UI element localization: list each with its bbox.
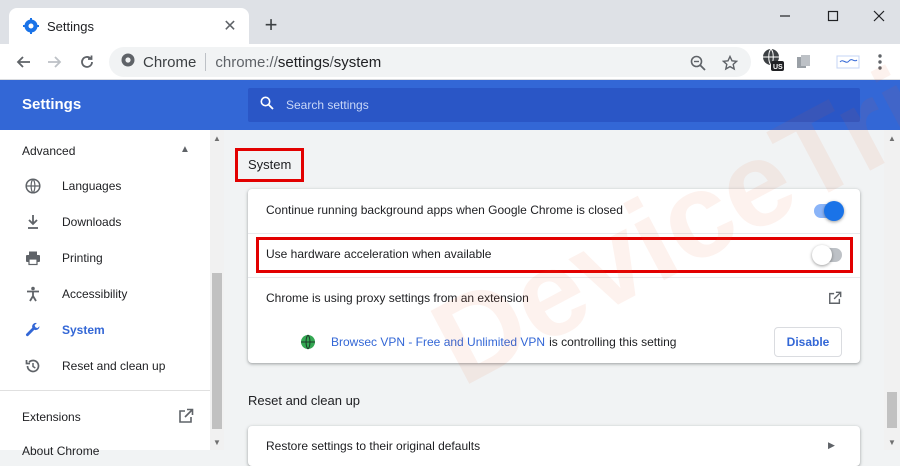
browser-toolbar: Chrome chrome:// settings / system US bbox=[0, 44, 900, 80]
setting-row-proxy[interactable]: Chrome is using proxy settings from an e… bbox=[248, 277, 860, 321]
forward-button[interactable] bbox=[43, 50, 67, 74]
sidebar-section-advanced[interactable]: Advanced bbox=[22, 144, 75, 158]
setting-label: Continue running background apps when Go… bbox=[266, 203, 623, 217]
tab-title: Settings bbox=[47, 18, 94, 34]
sidebar-item-label: Downloads bbox=[62, 215, 122, 229]
controlling-text: Browsec VPN - Free and Unlimited VPN is … bbox=[331, 335, 676, 349]
tab-settings[interactable]: Settings ✕ bbox=[9, 8, 249, 44]
sidebar-item-label: Accessibility bbox=[62, 287, 128, 301]
tab-strip: Settings ✕ + bbox=[0, 0, 900, 44]
sidebar-item-label: Printing bbox=[62, 251, 103, 265]
scroll-up-arrow-icon[interactable]: ▲ bbox=[213, 134, 221, 143]
accessibility-icon bbox=[24, 285, 42, 303]
sidebar-divider bbox=[0, 390, 210, 391]
sidebar-item-languages[interactable]: Languages bbox=[0, 168, 210, 204]
setting-row-restore-defaults[interactable]: Restore settings to their original defau… bbox=[248, 426, 860, 466]
highlight-box-hardware-acceleration bbox=[256, 237, 853, 273]
main-scrollbar[interactable]: ▲ ▼ bbox=[884, 130, 900, 450]
vpn-extension-icon[interactable]: US bbox=[762, 48, 784, 71]
url-system: system bbox=[333, 53, 382, 71]
setting-row-background-apps[interactable]: Continue running background apps when Go… bbox=[248, 189, 860, 233]
printer-icon bbox=[24, 249, 42, 267]
open-in-new-icon[interactable] bbox=[178, 408, 194, 429]
system-card: Continue running background apps when Go… bbox=[248, 189, 860, 363]
extension-puzzle-icon[interactable] bbox=[794, 52, 812, 72]
sidebar-item-reset[interactable]: Reset and clean up bbox=[0, 348, 210, 384]
minimize-button[interactable] bbox=[762, 2, 808, 30]
controlling-suffix: is controlling this setting bbox=[549, 335, 677, 349]
sidebar-item-extensions[interactable]: Extensions bbox=[22, 410, 81, 424]
omnibox[interactable]: Chrome chrome:// settings / system bbox=[109, 47, 751, 77]
profile-icon[interactable] bbox=[836, 52, 860, 72]
open-in-new-icon[interactable] bbox=[828, 291, 842, 310]
sidebar-item-printing[interactable]: Printing bbox=[0, 240, 210, 276]
tab-close-icon[interactable]: ✕ bbox=[221, 16, 239, 36]
sidebar-item-label: System bbox=[62, 323, 105, 337]
window-close-button[interactable] bbox=[856, 2, 900, 30]
sidebar-item-accessibility[interactable]: Accessibility bbox=[0, 276, 210, 312]
setting-label: Restore settings to their original defau… bbox=[266, 439, 481, 453]
gear-icon bbox=[23, 18, 39, 34]
url-scheme: chrome:// bbox=[215, 53, 278, 71]
globe-extension-icon bbox=[300, 334, 316, 355]
sidebar-item-about[interactable]: About Chrome bbox=[22, 444, 99, 458]
main-content: System Continue running background apps … bbox=[224, 130, 884, 466]
search-icon bbox=[260, 96, 274, 115]
caret-up-icon[interactable]: ▲ bbox=[180, 144, 190, 155]
scroll-down-arrow-icon[interactable]: ▼ bbox=[213, 438, 221, 447]
site-chip: Chrome bbox=[143, 53, 197, 71]
history-icon bbox=[24, 357, 42, 375]
main-scrollbar-thumb[interactable] bbox=[887, 392, 897, 428]
url-settings: settings bbox=[277, 53, 330, 71]
settings-header: Settings Search settings bbox=[0, 80, 900, 130]
scroll-up-arrow-icon[interactable]: ▲ bbox=[888, 134, 896, 143]
extension-badge: US bbox=[773, 64, 783, 71]
sidebar-scrollbar[interactable]: ▲ ▼ bbox=[210, 130, 224, 450]
highlight-box-system-title bbox=[235, 148, 304, 182]
sidebar-item-label: Reset and clean up bbox=[62, 359, 166, 373]
setting-label: Chrome is using proxy settings from an e… bbox=[266, 291, 529, 305]
globe-icon bbox=[24, 177, 42, 195]
omnibox-separator bbox=[205, 53, 207, 71]
extension-control-row: Browsec VPN - Free and Unlimited VPN is … bbox=[248, 321, 860, 363]
chrome-icon bbox=[121, 53, 135, 72]
sidebar-item-downloads[interactable]: Downloads bbox=[0, 204, 210, 240]
chevron-right-icon[interactable]: ▶ bbox=[828, 440, 835, 451]
sidebar: Advanced ▲ Languages Downloads Printing … bbox=[0, 130, 210, 458]
download-icon bbox=[24, 213, 42, 231]
search-placeholder: Search settings bbox=[286, 98, 369, 112]
new-tab-button[interactable]: + bbox=[258, 13, 284, 39]
back-button[interactable] bbox=[11, 50, 35, 74]
extension-link[interactable]: Browsec VPN - Free and Unlimited VPN bbox=[331, 335, 545, 349]
sidebar-scrollbar-thumb[interactable] bbox=[212, 273, 222, 429]
background-apps-toggle[interactable] bbox=[814, 201, 844, 221]
scroll-down-arrow-icon[interactable]: ▼ bbox=[888, 438, 896, 447]
reload-button[interactable] bbox=[75, 50, 99, 74]
wrench-icon bbox=[24, 321, 42, 339]
sidebar-item-system[interactable]: System bbox=[0, 312, 210, 348]
bookmark-star-icon[interactable] bbox=[719, 52, 741, 74]
sidebar-item-label: Languages bbox=[62, 179, 122, 193]
maximize-button[interactable] bbox=[810, 2, 856, 30]
reset-card: Restore settings to their original defau… bbox=[248, 426, 860, 466]
menu-kebab-icon[interactable] bbox=[874, 52, 886, 72]
disable-button[interactable]: Disable bbox=[774, 327, 842, 357]
section-title-reset: Reset and clean up bbox=[248, 393, 361, 408]
zoom-icon[interactable] bbox=[687, 52, 709, 74]
toggle-knob bbox=[824, 201, 844, 221]
page-title: Settings bbox=[22, 96, 82, 113]
search-settings-input[interactable]: Search settings bbox=[248, 88, 860, 122]
